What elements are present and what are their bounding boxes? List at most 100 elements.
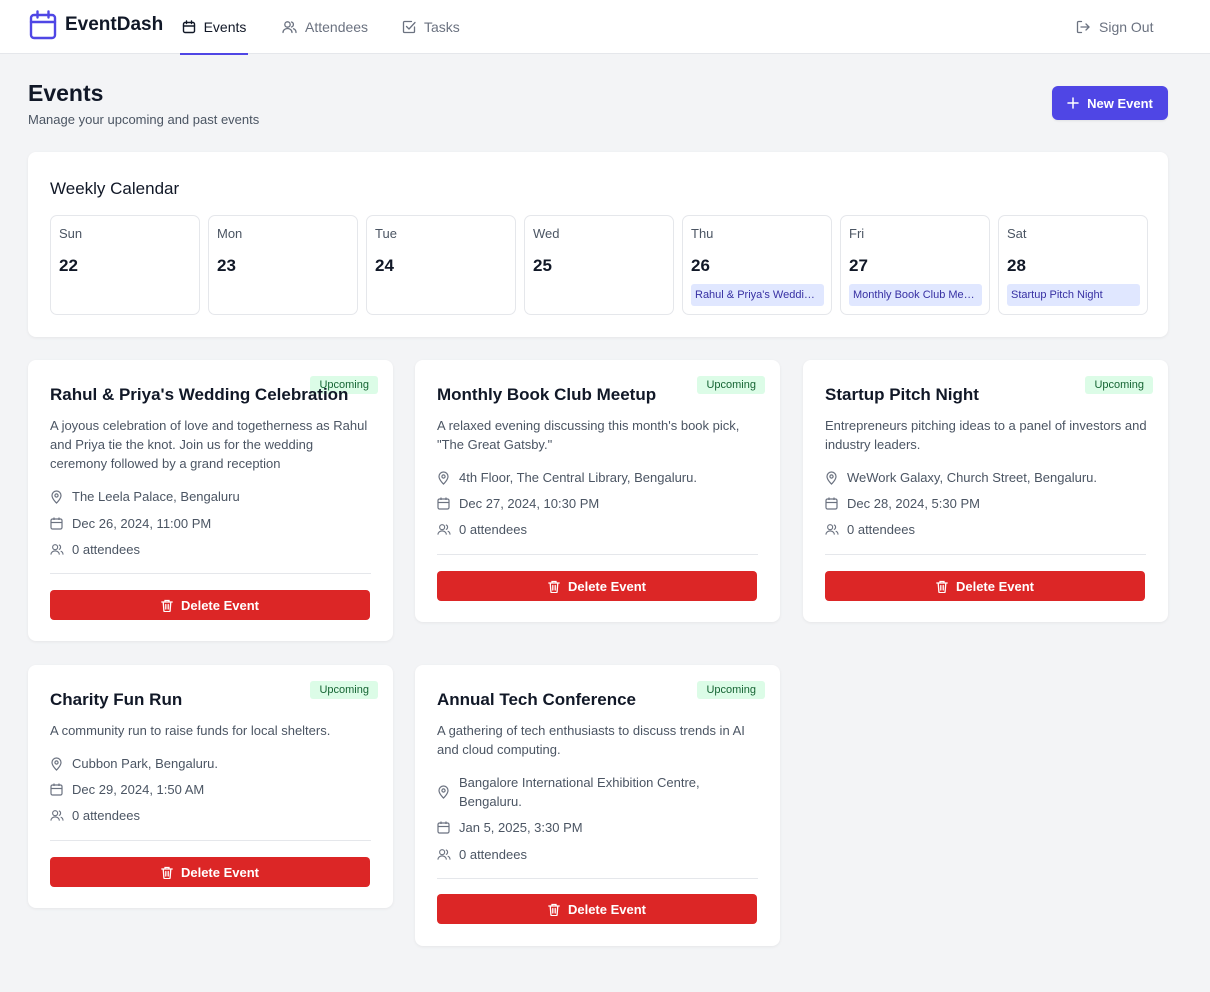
map-pin-icon — [50, 754, 64, 773]
attendees-text: 0 attendees — [459, 847, 527, 862]
status-badge: Upcoming — [310, 681, 378, 699]
log-out-icon — [1076, 20, 1091, 34]
event-attendees: 0 attendees — [825, 520, 1137, 539]
trash-icon — [161, 599, 173, 612]
new-event-button[interactable]: New Event — [1052, 86, 1168, 120]
status-badge: Upcoming — [697, 376, 765, 394]
tab-attendees[interactable]: Attendees — [282, 0, 368, 54]
tab-tasks[interactable]: Tasks — [402, 0, 460, 54]
users-icon — [825, 520, 839, 539]
delete-event-button[interactable]: Delete Event — [50, 590, 370, 620]
delete-event-button[interactable]: Delete Event — [437, 894, 757, 924]
delete-event-label: Delete Event — [955, 578, 1035, 594]
delete-event-button[interactable]: Delete Event — [50, 857, 370, 887]
event-attendees: 0 attendees — [437, 520, 749, 539]
divider — [825, 554, 1146, 555]
map-pin-icon — [825, 468, 839, 487]
day-number: 27 — [849, 256, 868, 275]
tab-events[interactable]: Events — [180, 0, 248, 55]
event-description: A gathering of tech enthusiasts to discu… — [437, 723, 745, 757]
page-title: Events — [28, 80, 104, 106]
status-badge: Upcoming — [1085, 376, 1153, 394]
calendar-icon — [182, 20, 196, 34]
calendar-day-sat[interactable]: Sat 28 Startup Pitch Night — [998, 215, 1148, 315]
app-name: EventDash — [65, 14, 164, 35]
trash-icon — [548, 903, 560, 916]
users-icon — [50, 540, 64, 559]
status-badge: Upcoming — [697, 681, 765, 699]
day-of-week: Sat — [1007, 226, 1027, 241]
delete-event-button[interactable]: Delete Event — [437, 571, 757, 601]
event-card: Upcoming Rahul & Priya's Wedding Celebra… — [28, 360, 393, 641]
event-card: Upcoming Annual Tech Conference A gather… — [415, 665, 780, 946]
event-card: Upcoming Charity Fun Run A community run… — [28, 665, 393, 908]
attendees-text: 0 attendees — [847, 522, 915, 537]
day-of-week: Mon — [217, 226, 243, 241]
event-title: Charity Fun Run — [50, 690, 183, 709]
event-title: Annual Tech Conference — [437, 690, 636, 709]
day-of-week: Fri — [849, 226, 865, 241]
calendar-day-wed[interactable]: Wed 25 — [524, 215, 674, 315]
event-description: A relaxed evening discussing this month'… — [437, 418, 740, 452]
calendar-day-fri[interactable]: Fri 27 Monthly Book Club Meetup — [840, 215, 990, 315]
event-attendees: 0 attendees — [50, 806, 362, 825]
top-navbar: EventDash Events Attendees Tasks Sign Ou… — [0, 0, 1210, 55]
map-pin-icon — [437, 773, 451, 811]
event-attendees: 0 attendees — [50, 540, 362, 559]
calendar-event-chip[interactable]: Rahul & Priya's Wedding Celebration — [691, 284, 824, 306]
delete-event-label: Delete Event — [180, 597, 260, 613]
day-of-week: Wed — [533, 226, 560, 241]
calendar-title: Weekly Calendar — [50, 179, 180, 198]
trash-icon — [161, 866, 173, 879]
event-datetime: Dec 27, 2024, 10:30 PM — [437, 494, 749, 513]
calendar-event-chip[interactable]: Monthly Book Club Meetup — [849, 284, 982, 306]
calendar-day-mon[interactable]: Mon 23 — [208, 215, 358, 315]
event-description: A joyous celebration of love and togethe… — [50, 418, 368, 471]
day-number: 23 — [217, 256, 236, 275]
datetime-text: Dec 29, 2024, 1:50 AM — [72, 782, 205, 797]
divider — [437, 878, 758, 879]
event-datetime: Dec 26, 2024, 11:00 PM — [50, 514, 362, 533]
calendar-days: Sun 22 Mon 23 Tue 24 Wed 25 Thu 26 Rahul… — [50, 215, 1148, 315]
divider — [50, 840, 371, 841]
check-square-icon — [402, 20, 416, 34]
datetime-text: Dec 26, 2024, 11:00 PM — [72, 516, 212, 531]
sign-out-label: Sign Out — [1099, 19, 1154, 35]
calendar-event-chip[interactable]: Startup Pitch Night — [1007, 284, 1140, 306]
event-location: Bangalore International Exhibition Centr… — [437, 773, 729, 811]
location-text: 4th Floor, The Central Library, Bengalur… — [459, 470, 697, 485]
delete-event-label: Delete Event — [567, 578, 647, 594]
event-datetime: Jan 5, 2025, 3:30 PM — [437, 818, 749, 837]
event-location: WeWork Galaxy, Church Street, Bengaluru. — [825, 468, 1137, 487]
delete-event-button[interactable]: Delete Event — [825, 571, 1145, 601]
day-number: 24 — [375, 256, 394, 275]
event-attendees: 0 attendees — [437, 845, 749, 864]
delete-event-label: Delete Event — [567, 901, 647, 917]
day-of-week: Tue — [375, 226, 397, 241]
datetime-text: Jan 5, 2025, 3:30 PM — [459, 820, 583, 835]
tab-attendees-label: Attendees — [305, 19, 369, 35]
weekly-calendar: Weekly Calendar Sun 22 Mon 23 Tue 24 Wed… — [28, 152, 1168, 337]
calendar-day-thu[interactable]: Thu 26 Rahul & Priya's Wedding Celebrati… — [682, 215, 832, 315]
calendar-icon — [50, 780, 64, 799]
day-number: 28 — [1007, 256, 1026, 275]
datetime-text: Dec 27, 2024, 10:30 PM — [459, 496, 600, 511]
tab-tasks-label: Tasks — [424, 19, 460, 35]
users-icon — [50, 806, 64, 825]
users-icon — [282, 20, 297, 34]
location-text: Bangalore International Exhibition Centr… — [459, 775, 700, 809]
calendar-icon — [437, 818, 451, 837]
event-location: The Leela Palace, Bengaluru — [50, 487, 362, 506]
attendees-text: 0 attendees — [72, 542, 140, 557]
map-pin-icon — [50, 487, 64, 506]
calendar-day-tue[interactable]: Tue 24 — [366, 215, 516, 315]
divider — [50, 573, 371, 574]
event-description: A community run to raise funds for local… — [50, 723, 331, 738]
divider — [437, 554, 758, 555]
calendar-day-sun[interactable]: Sun 22 — [50, 215, 200, 315]
event-card: Upcoming Monthly Book Club Meetup A rela… — [415, 360, 780, 622]
datetime-text: Dec 28, 2024, 5:30 PM — [847, 496, 980, 511]
brand[interactable]: EventDash — [29, 9, 163, 41]
sign-out-button[interactable]: Sign Out — [1076, 0, 1153, 54]
event-datetime: Dec 28, 2024, 5:30 PM — [825, 494, 1137, 513]
